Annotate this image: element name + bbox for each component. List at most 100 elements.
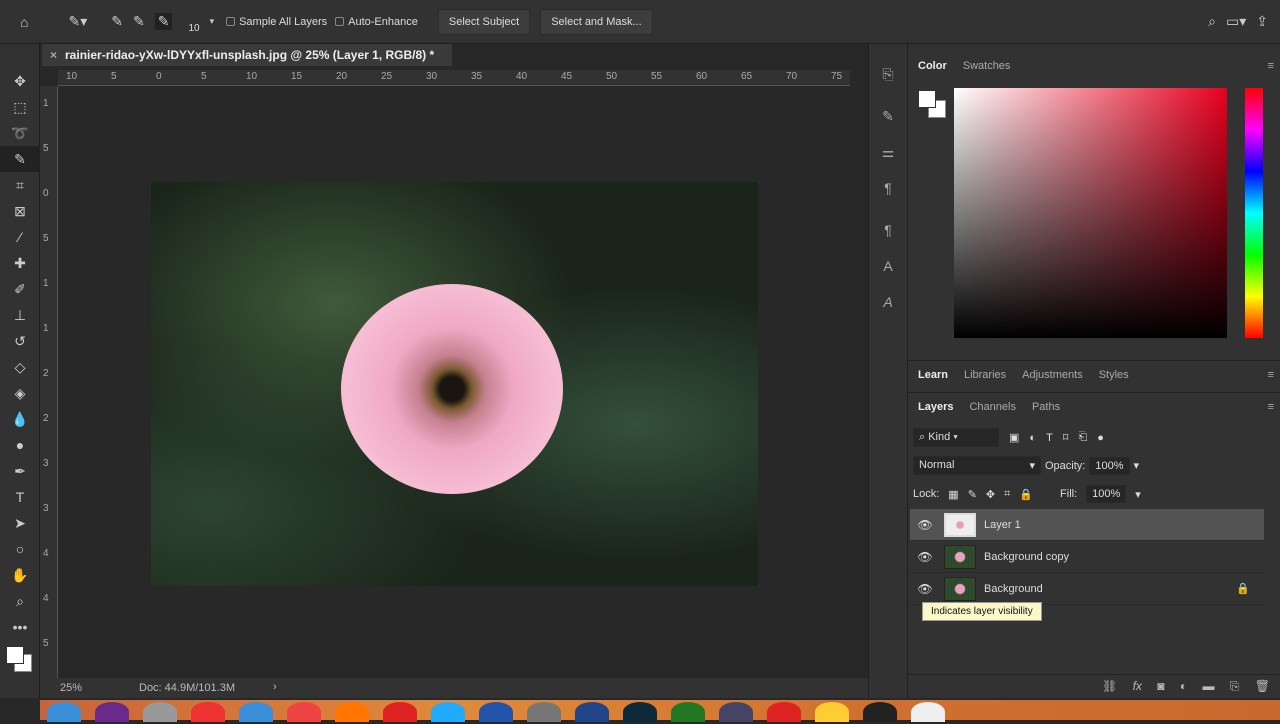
app-icon[interactable]	[767, 702, 801, 722]
pen-tool-icon[interactable]: ✒	[0, 458, 40, 484]
app-icon[interactable]	[143, 702, 177, 722]
brush-tool-icon[interactable]: ✐	[0, 276, 40, 302]
blur-tool-icon[interactable]: 💧	[0, 406, 40, 432]
lasso-tool-icon[interactable]: ➰	[0, 120, 40, 146]
foreground-background-color[interactable]	[918, 90, 948, 120]
filter-toggle[interactable]: ●	[1097, 432, 1104, 444]
tab-channels[interactable]: Channels	[969, 401, 1015, 413]
adjustments-sliders-icon[interactable]: ⚌	[869, 134, 907, 170]
document-tab[interactable]: × rainier-ridao-yXw-lDYYxfl-unsplash.jpg …	[42, 44, 452, 66]
tab-styles[interactable]: Styles	[1099, 369, 1129, 381]
paragraph-styles-icon[interactable]: ¶	[869, 212, 907, 248]
settings-icon[interactable]	[527, 702, 561, 722]
trash-icon[interactable]	[911, 702, 945, 722]
filter-adjustment-icon[interactable]: ◐	[1029, 432, 1036, 444]
glyphs-icon[interactable]: A	[869, 284, 907, 320]
blend-mode-select[interactable]: Normal ▾	[913, 456, 1041, 475]
hue-slider[interactable]	[1245, 88, 1263, 338]
lock-transparent-icon[interactable]: ▦	[948, 488, 958, 501]
tab-layers[interactable]: Layers	[918, 401, 953, 413]
fill-input[interactable]: 100%	[1086, 485, 1127, 503]
tab-learn[interactable]: Learn	[918, 369, 948, 381]
marquee-tool-icon[interactable]: ⬚	[0, 94, 40, 120]
calendar-icon[interactable]	[191, 702, 225, 722]
eraser-tool-icon[interactable]: ◇	[0, 354, 40, 380]
eye-icon[interactable]: 👁	[910, 518, 940, 532]
select-and-mask-button[interactable]: Select and Mask...	[540, 8, 653, 35]
lock-artboard-icon[interactable]: ⌗	[1004, 488, 1010, 501]
zoom-level[interactable]: 25%	[60, 682, 82, 694]
chrome-icon[interactable]	[287, 702, 321, 722]
tab-adjustments[interactable]: Adjustments	[1022, 369, 1083, 381]
tab-swatches[interactable]: Swatches	[963, 60, 1011, 72]
layer-name[interactable]: Background copy	[984, 551, 1069, 563]
app-icon[interactable]	[479, 702, 513, 722]
subtract-selection-icon[interactable]: ✎	[154, 13, 173, 30]
eyedropper-tool-icon[interactable]: ⁄	[0, 224, 40, 250]
search-icon[interactable]: ⌕	[1208, 13, 1216, 30]
more-tools-icon[interactable]: •••	[0, 614, 40, 640]
tab-paths[interactable]: Paths	[1032, 401, 1060, 413]
tab-libraries[interactable]: Libraries	[964, 369, 1006, 381]
paint-bucket-icon[interactable]: ◈	[0, 380, 40, 406]
sample-all-layers-checkbox[interactable]: Sample All Layers	[226, 16, 327, 28]
close-icon[interactable]: ×	[50, 48, 57, 62]
dodge-tool-icon[interactable]: ●	[0, 432, 40, 458]
firefox-icon[interactable]	[335, 702, 369, 722]
trash-icon[interactable]: 🗑	[1255, 679, 1270, 693]
select-subject-button[interactable]: Select Subject	[437, 8, 531, 35]
doc-size[interactable]: Doc: 44.9M/101.3M	[139, 682, 235, 694]
app-icon[interactable]	[719, 702, 753, 722]
app-icon[interactable]	[815, 702, 849, 722]
eye-icon[interactable]: 👁	[910, 582, 940, 596]
ellipse-tool-icon[interactable]: ○	[0, 536, 40, 562]
workspace-icon[interactable]: ▭▾	[1226, 13, 1246, 30]
lock-all-icon[interactable]: 🔒	[1019, 488, 1033, 501]
stamp-tool-icon[interactable]: ⊥	[0, 302, 40, 328]
new-group-icon[interactable]: ▬	[1202, 679, 1214, 693]
share-icon[interactable]: ⇪	[1256, 13, 1268, 30]
brush-size[interactable]: 10	[188, 9, 199, 34]
quick-selection-preset-icon[interactable]: ✎▾	[68, 13, 87, 30]
safari-icon[interactable]	[239, 702, 273, 722]
layer-row[interactable]: 👁 Background 🔒	[910, 573, 1264, 605]
history-brush-icon[interactable]: ↺	[0, 328, 40, 354]
add-selection-icon[interactable]: ✎	[133, 13, 145, 30]
add-mask-icon[interactable]: ◙	[1157, 679, 1164, 693]
finder-icon[interactable]	[47, 702, 81, 722]
paragraph-icon[interactable]: ¶	[869, 170, 907, 206]
chevron-down-icon[interactable]: ▾	[210, 16, 215, 27]
chevron-down-icon[interactable]: ▾	[1134, 459, 1140, 472]
frame-tool-icon[interactable]: ⊠	[0, 198, 40, 224]
adjustment-layer-icon[interactable]: ◐	[1180, 679, 1187, 693]
filter-shape-icon[interactable]: ⌑	[1063, 431, 1069, 444]
type-tool-icon[interactable]: T	[0, 484, 40, 510]
chevron-down-icon[interactable]: ▾	[1135, 488, 1141, 501]
color-picker-field[interactable]	[954, 88, 1227, 338]
opera-icon[interactable]	[383, 702, 417, 722]
layer-row[interactable]: 👁 Layer 1	[910, 509, 1264, 541]
opacity-input[interactable]: 100%	[1089, 456, 1130, 475]
filter-type-icon[interactable]: T	[1046, 432, 1053, 444]
auto-enhance-checkbox[interactable]: Auto-Enhance	[335, 16, 418, 28]
app-icon[interactable]	[863, 702, 897, 722]
move-tool-icon[interactable]: ✥	[0, 68, 40, 94]
lock-position-icon[interactable]: ✥	[986, 488, 995, 501]
crop-tool-icon[interactable]: ⌗	[0, 172, 40, 198]
fx-icon[interactable]: fx	[1133, 679, 1142, 693]
hand-tool-icon[interactable]: ✋	[0, 562, 40, 588]
app-store-icon[interactable]	[431, 702, 465, 722]
new-selection-icon[interactable]: ✎	[111, 13, 123, 30]
home-icon[interactable]: ⌂	[20, 14, 28, 30]
zoom-tool-icon[interactable]: ⌕	[0, 588, 40, 614]
healing-brush-icon[interactable]: ✚	[0, 250, 40, 276]
excel-icon[interactable]	[671, 702, 705, 722]
eye-icon[interactable]: 👁	[910, 550, 940, 564]
lock-image-icon[interactable]: ✎	[968, 488, 977, 501]
new-layer-icon[interactable]: ⎘	[1230, 679, 1240, 693]
photoshop-icon[interactable]	[623, 702, 657, 722]
history-icon[interactable]: ⎘	[869, 56, 907, 92]
color-swatches[interactable]	[0, 640, 39, 680]
layer-row[interactable]: 👁 Background copy	[910, 541, 1264, 573]
tab-color[interactable]: Color	[918, 60, 947, 72]
